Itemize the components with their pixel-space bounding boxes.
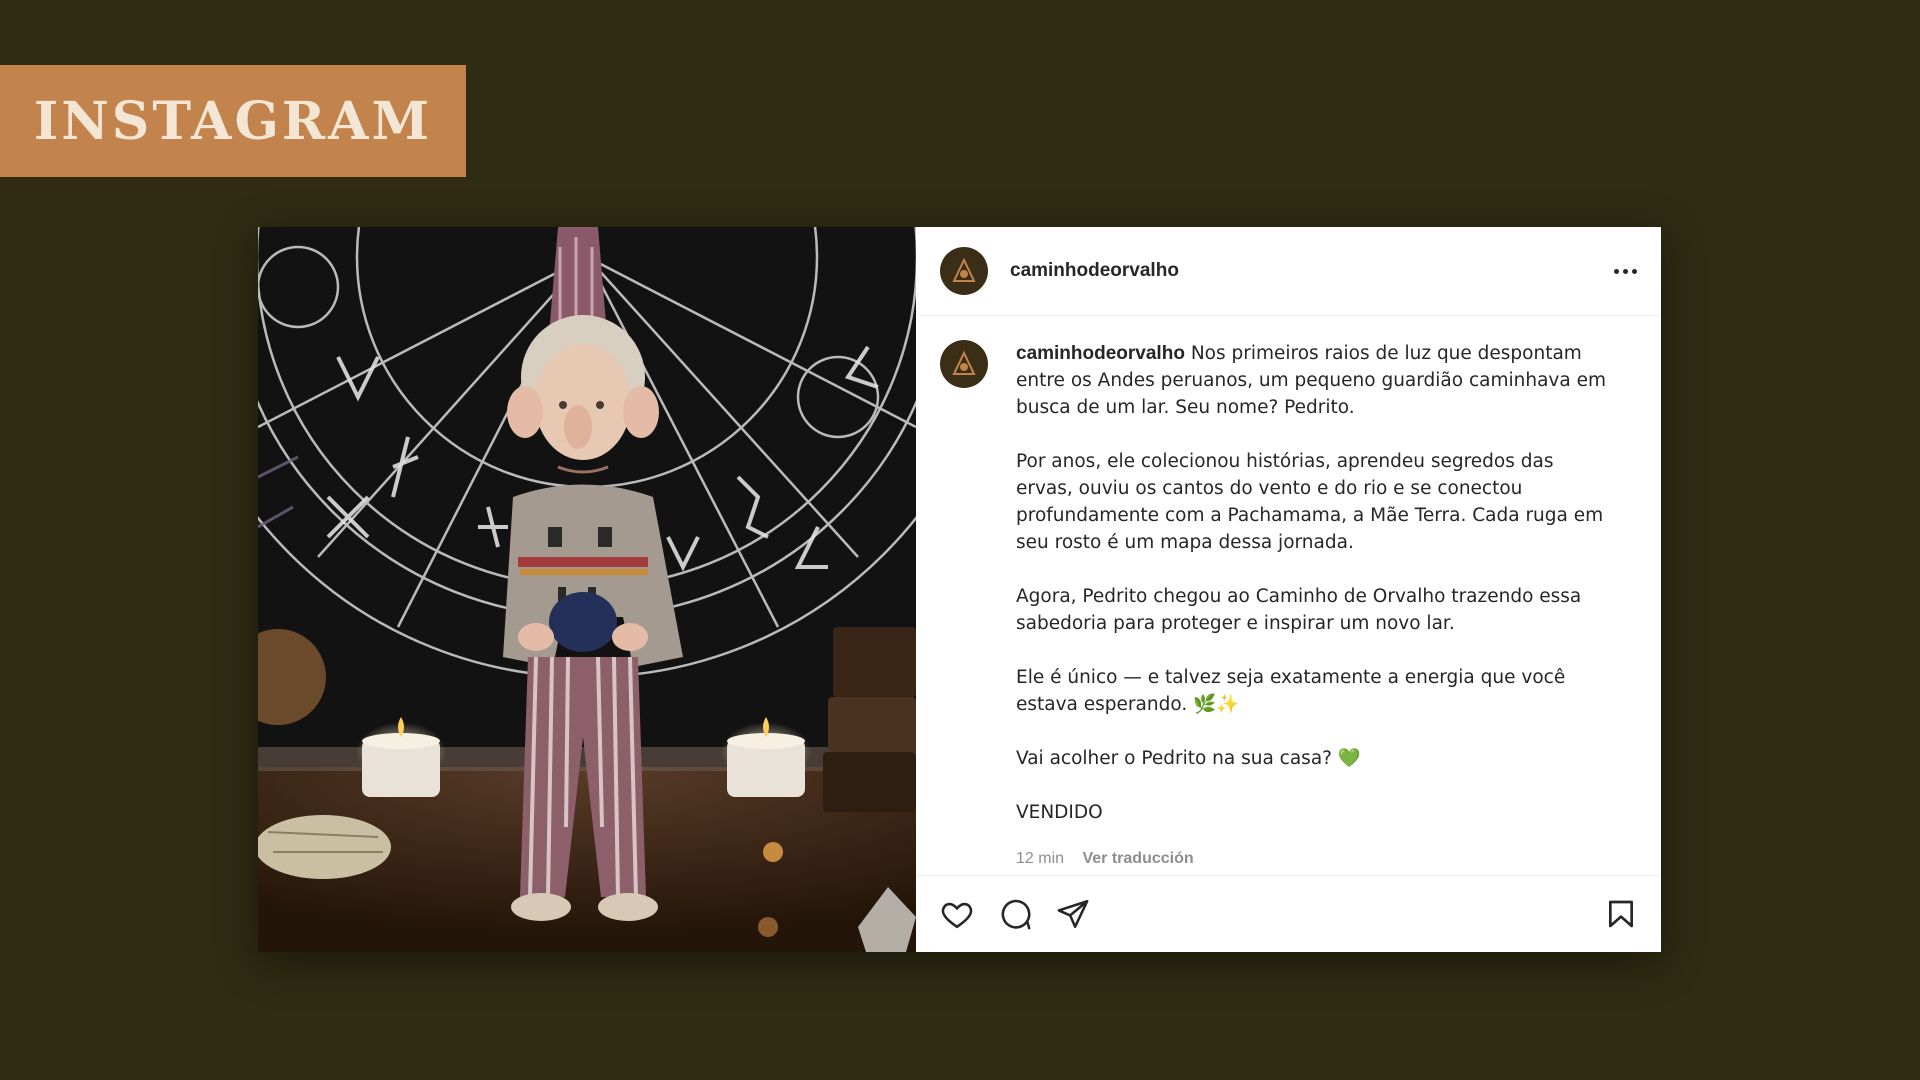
- save-button[interactable]: [1605, 897, 1637, 931]
- more-icon-dot: [1623, 268, 1628, 274]
- post-caption: caminhodeorvalho Nos primeiros raios de …: [1016, 340, 1616, 875]
- more-icon: [1614, 268, 1619, 274]
- post-photo[interactable]: [258, 227, 916, 952]
- bookmark-icon: [1609, 900, 1633, 928]
- caption-paragraph-2: Por anos, ele colecionou histórias, apre…: [1016, 451, 1604, 553]
- caption-paragraph-3: Agora, Pedrito chegou ao Caminho de Orva…: [1016, 586, 1582, 634]
- instagram-banner: INSTAGRAM: [0, 65, 466, 177]
- instagram-post: caminhodeorvalho caminhodeorvalho Nos pr…: [258, 227, 1661, 952]
- post-header: caminhodeorvalho: [916, 227, 1661, 316]
- doll-photo-illustration: [258, 227, 916, 952]
- avatar[interactable]: [940, 247, 988, 295]
- logo-icon: [952, 257, 976, 282]
- post-meta: 12 min Ver traducción: [1016, 845, 1616, 872]
- post-actions: [916, 875, 1661, 952]
- more-icon-dot: [1632, 268, 1637, 274]
- translate-link[interactable]: Ver traducción: [1082, 850, 1193, 867]
- caption-paragraph-4: Ele é único — e talvez seja exatamente a…: [1016, 667, 1566, 715]
- comment-button[interactable]: [998, 897, 1032, 931]
- share-button[interactable]: [1056, 897, 1090, 931]
- banner-title: INSTAGRAM: [33, 90, 433, 152]
- like-button[interactable]: [940, 897, 974, 931]
- caption-avatar[interactable]: [940, 340, 988, 388]
- caption-paragraph-5: Vai acolher o Pedrito na sua casa? 💚: [1016, 748, 1361, 769]
- logo-icon: [952, 350, 976, 375]
- post-time: 12 min: [1016, 850, 1065, 867]
- caption-paragraph-1: caminhodeorvalho Nos primeiros raios de …: [1016, 340, 1616, 421]
- comment-icon: [1001, 899, 1031, 930]
- share-icon: [1057, 899, 1089, 929]
- post-username[interactable]: caminhodeorvalho: [1010, 260, 1179, 282]
- heart-icon: [941, 902, 973, 929]
- caption-paragraph-6: VENDIDO: [1016, 802, 1103, 823]
- more-options-button[interactable]: [1614, 268, 1637, 274]
- post-details-panel: caminhodeorvalho caminhodeorvalho Nos pr…: [916, 227, 1661, 952]
- caption-area: caminhodeorvalho Nos primeiros raios de …: [916, 316, 1661, 875]
- caption-username[interactable]: caminhodeorvalho: [1016, 343, 1185, 364]
